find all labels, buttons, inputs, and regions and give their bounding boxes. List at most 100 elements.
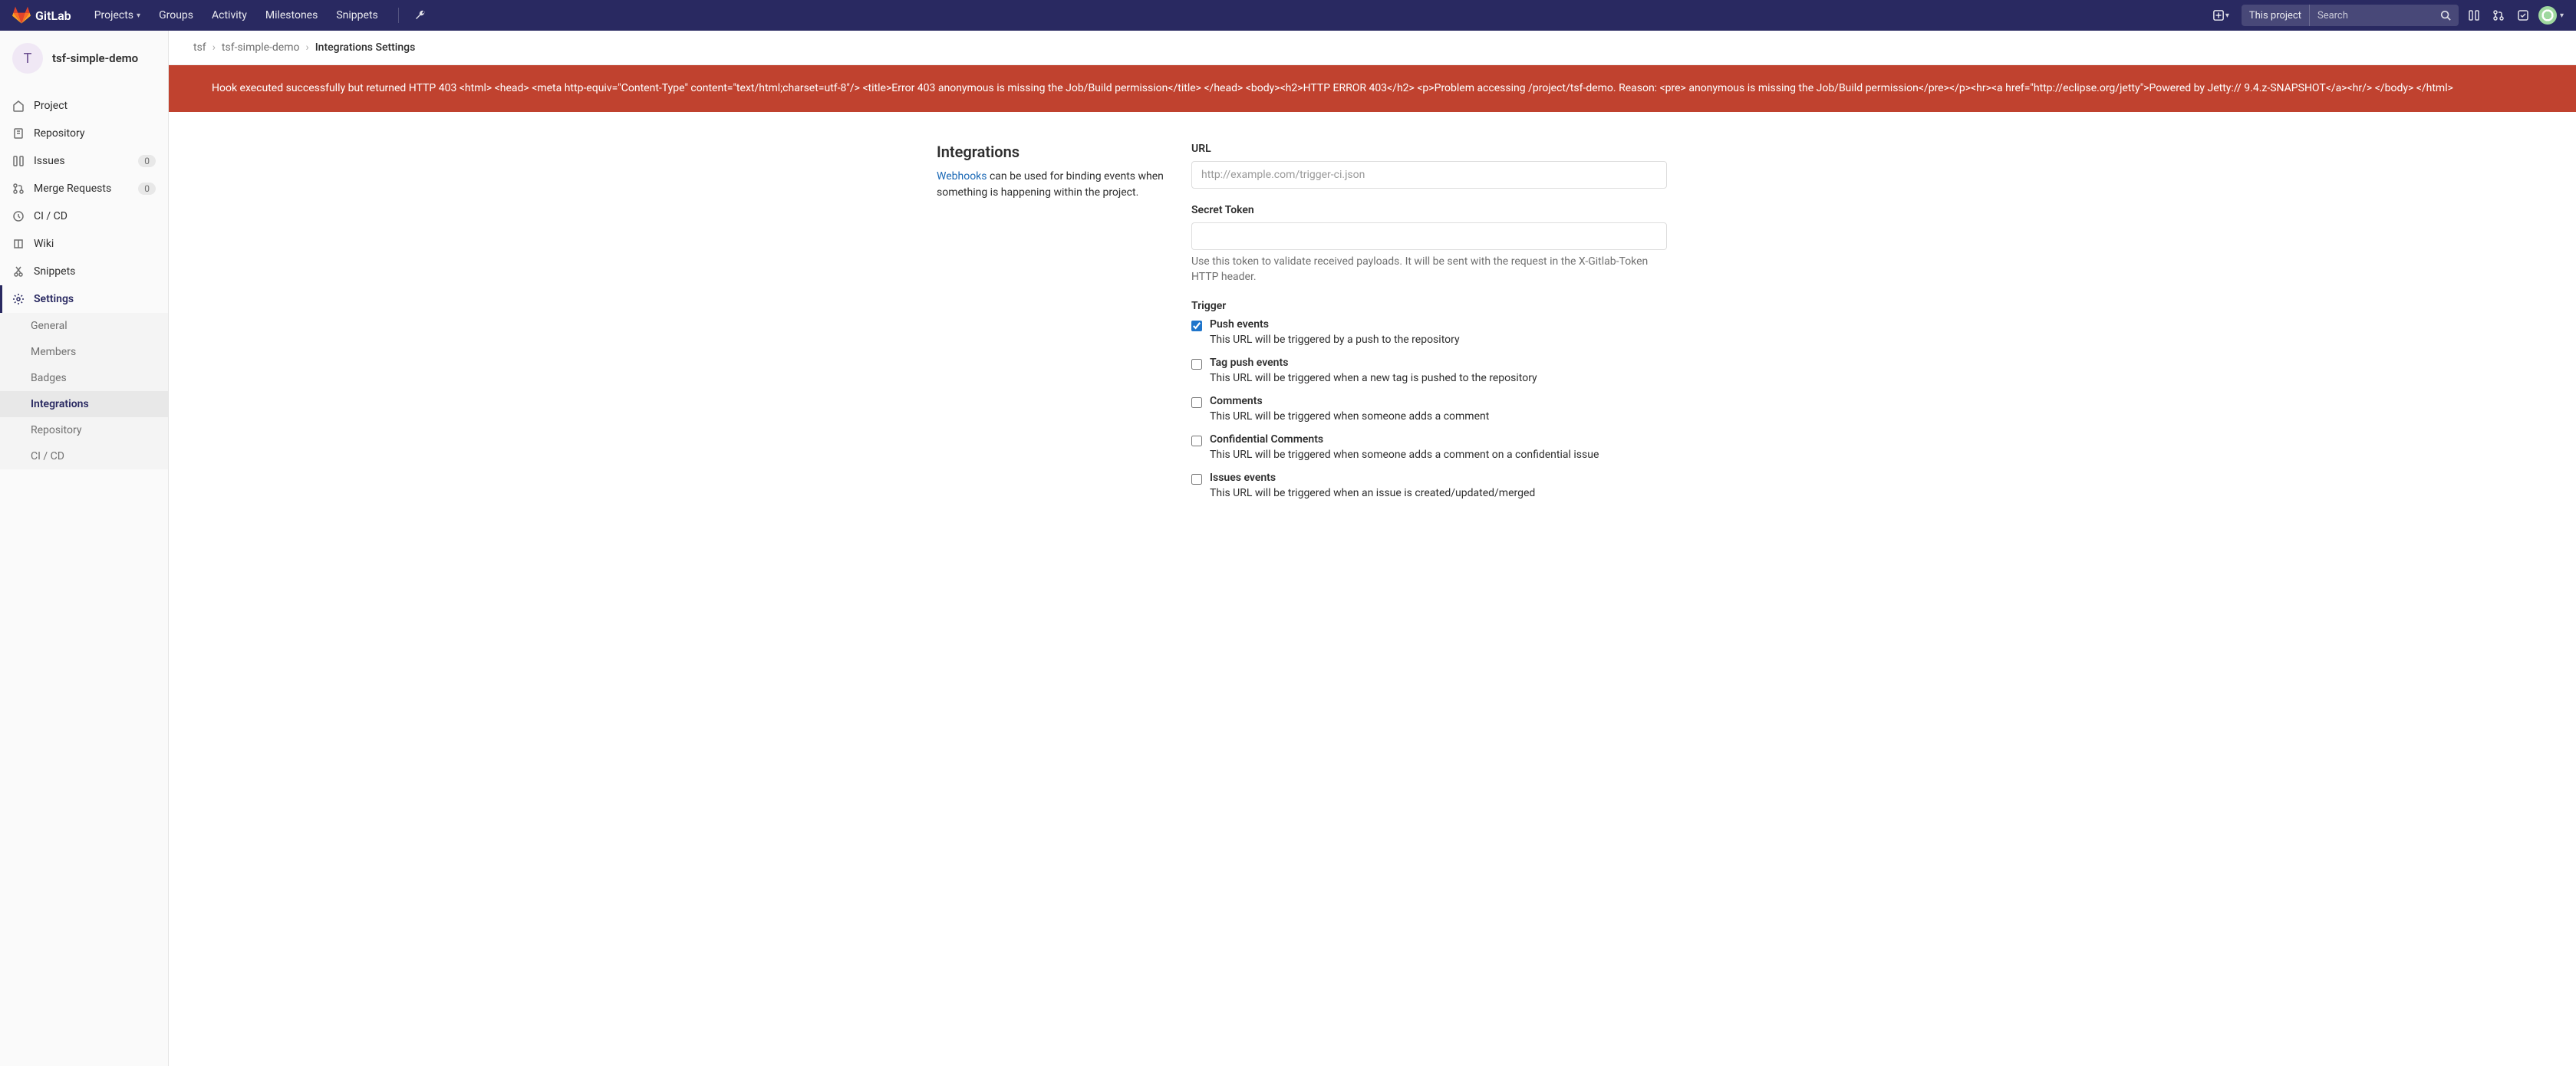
sidebar-item-snippets[interactable]: Snippets <box>0 258 168 285</box>
sidebar-item-label: Project <box>34 100 68 112</box>
sidebar-item-settings[interactable]: Settings <box>0 285 168 313</box>
secret-token-label: Secret Token <box>1191 204 1808 216</box>
project-name: tsf-simple-demo <box>52 51 138 65</box>
sidebar-subitem-members[interactable]: Members <box>0 339 168 365</box>
webhooks-link[interactable]: Webhooks <box>937 170 987 183</box>
sidebar-subitem-repository[interactable]: Repository <box>0 417 168 443</box>
trigger-label: Comments <box>1210 395 1808 407</box>
merge-requests-shortcut-icon[interactable] <box>2489 6 2508 25</box>
trigger-row: Confidential Comments This URL will be t… <box>1191 433 1808 461</box>
trigger-description: This URL will be triggered when an issue… <box>1210 487 1808 499</box>
home-icon <box>12 100 25 112</box>
todos-icon[interactable] <box>2514 6 2532 25</box>
admin-wrench-icon[interactable] <box>411 6 430 25</box>
sidebar-item-label: Wiki <box>34 238 54 250</box>
sidebar-subitem-ci-cd[interactable]: CI / CD <box>0 443 168 469</box>
breadcrumb-link[interactable]: tsf <box>193 41 206 54</box>
section-title: Integrations <box>937 143 1167 161</box>
nav-groups[interactable]: Groups <box>151 5 201 26</box>
url-input[interactable] <box>1191 161 1667 189</box>
wiki-icon <box>12 238 25 250</box>
repo-icon <box>12 127 25 140</box>
trigger-checkbox[interactable] <box>1191 436 1202 446</box>
trigger-label: Confidential Comments <box>1210 433 1808 446</box>
breadcrumb-link[interactable]: tsf-simple-demo <box>222 41 300 54</box>
main-content: tsf › tsf-simple-demo › Integrations Set… <box>169 31 2576 1066</box>
sidebar-item-label: Settings <box>34 293 74 305</box>
trigger-row: Push events This URL will be triggered b… <box>1191 318 1808 346</box>
snippets-icon <box>12 265 25 278</box>
nav-items: Projects ▾ Groups Activity Milestones Sn… <box>87 5 386 26</box>
url-label: URL <box>1191 143 1808 155</box>
cicd-icon <box>12 210 25 222</box>
sidebar-item-label: Snippets <box>34 265 75 278</box>
secret-token-input[interactable] <box>1191 222 1667 250</box>
breadcrumb: tsf › tsf-simple-demo › Integrations Set… <box>169 31 2576 65</box>
trigger-checkbox[interactable] <box>1191 321 1202 331</box>
trigger-checkbox[interactable] <box>1191 397 1202 408</box>
search-input[interactable] <box>2310 10 2433 21</box>
trigger-row: Issues events This URL will be triggered… <box>1191 472 1808 499</box>
sidebar-subitem-general[interactable]: General <box>0 313 168 339</box>
error-alert: Hook executed successfully but returned … <box>169 65 2576 112</box>
settings-icon <box>12 293 25 305</box>
chevron-down-icon: ▾ <box>137 12 140 20</box>
top-navbar: GitLab Projects ▾ Groups Activity Milest… <box>0 0 2576 31</box>
trigger-description: This URL will be triggered when someone … <box>1210 410 1808 423</box>
trigger-checkbox[interactable] <box>1191 359 1202 370</box>
sidebar-item-ci-cd[interactable]: CI / CD <box>0 202 168 230</box>
sidebar-submenu: GeneralMembersBadgesIntegrationsReposito… <box>0 313 168 469</box>
project-avatar: T <box>12 43 43 74</box>
search-scope[interactable]: This project <box>2242 5 2310 26</box>
trigger-row: Tag push events This URL will be trigger… <box>1191 357 1808 384</box>
nav-milestones[interactable]: Milestones <box>258 5 326 26</box>
section-description: Webhooks can be used for binding events … <box>937 169 1167 201</box>
search-icon[interactable] <box>2433 10 2459 21</box>
sidebar-item-wiki[interactable]: Wiki <box>0 230 168 258</box>
sidebar-item-label: Issues <box>34 155 65 167</box>
nav-separator <box>398 8 399 23</box>
nav-projects[interactable]: Projects ▾ <box>87 5 148 26</box>
sidebar-item-label: CI / CD <box>34 210 68 222</box>
project-header[interactable]: T tsf-simple-demo <box>0 31 168 86</box>
sidebar-item-merge-requests[interactable]: Merge Requests 0 <box>0 175 168 202</box>
trigger-description: This URL will be triggered when a new ta… <box>1210 372 1808 384</box>
trigger-label: Trigger <box>1191 300 1808 312</box>
user-avatar <box>2538 6 2557 25</box>
gitlab-logo-icon <box>12 6 31 25</box>
project-sidebar: T tsf-simple-demo Project Repository Iss… <box>0 31 169 1066</box>
trigger-description: This URL will be triggered when someone … <box>1210 449 1808 461</box>
count-badge: 0 <box>138 155 156 167</box>
trigger-checkbox[interactable] <box>1191 474 1202 485</box>
sidebar-list: Project Repository Issues 0 Merge Reques… <box>0 86 168 475</box>
chevron-right-icon: › <box>306 41 309 54</box>
sidebar-item-project[interactable]: Project <box>0 92 168 120</box>
new-dropdown-button[interactable]: ▾ <box>2207 7 2235 24</box>
trigger-label: Push events <box>1210 318 1808 331</box>
trigger-description: This URL will be triggered by a push to … <box>1210 334 1808 346</box>
sidebar-item-label: Merge Requests <box>34 183 111 195</box>
trigger-list: Push events This URL will be triggered b… <box>1191 318 1808 499</box>
chevron-down-icon: ▾ <box>2225 12 2229 20</box>
secret-token-help: Use this token to validate received payl… <box>1191 255 1667 285</box>
breadcrumb-current: Integrations Settings <box>315 41 416 54</box>
count-badge: 0 <box>138 183 156 195</box>
sidebar-item-label: Repository <box>34 127 84 140</box>
brand-text: GitLab <box>35 8 71 23</box>
user-menu[interactable]: ▾ <box>2538 6 2564 25</box>
trigger-row: Comments This URL will be triggered when… <box>1191 395 1808 423</box>
issues-icon <box>12 155 25 167</box>
gitlab-logo[interactable]: GitLab <box>12 6 71 25</box>
chevron-down-icon: ▾ <box>2560 12 2564 20</box>
merge-icon <box>12 183 25 195</box>
issues-shortcut-icon[interactable] <box>2465 6 2483 25</box>
sidebar-subitem-badges[interactable]: Badges <box>0 365 168 391</box>
sidebar-subitem-integrations[interactable]: Integrations <box>0 391 168 417</box>
trigger-label: Issues events <box>1210 472 1808 484</box>
sidebar-item-repository[interactable]: Repository <box>0 120 168 147</box>
chevron-right-icon: › <box>212 41 216 54</box>
sidebar-item-issues[interactable]: Issues 0 <box>0 147 168 175</box>
nav-activity[interactable]: Activity <box>204 5 255 26</box>
search-container: This project <box>2242 5 2459 26</box>
nav-snippets[interactable]: Snippets <box>328 5 385 26</box>
